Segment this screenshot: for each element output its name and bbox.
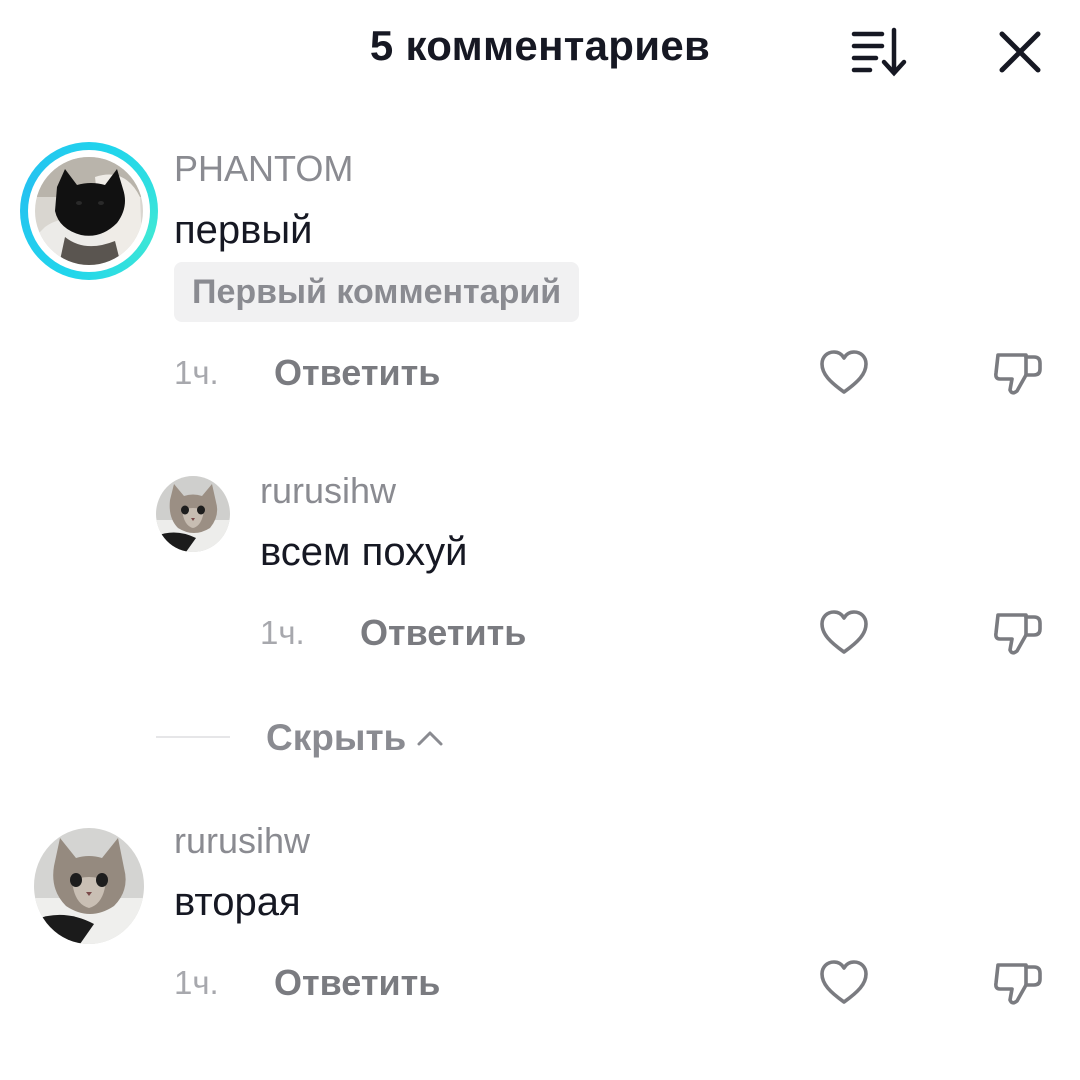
dislike-button[interactable] [990, 955, 1046, 1011]
chevron-up-icon [417, 731, 443, 746]
dislike-button[interactable] [990, 345, 1046, 401]
like-button[interactable] [816, 605, 872, 661]
sort-button[interactable] [846, 22, 912, 82]
hide-replies-label: Скрыть [266, 717, 407, 758]
first-comment-badge-label: Первый комментарий [192, 272, 562, 311]
comment-text: первый [174, 208, 313, 252]
heart-icon [820, 350, 868, 394]
close-icon [999, 31, 1041, 73]
reply-button[interactable]: Ответить [360, 612, 526, 654]
like-button[interactable] [816, 955, 872, 1011]
comment-username[interactable]: rurusihw [260, 470, 396, 512]
hide-replies-button[interactable]: Скрыть [266, 714, 444, 762]
reply-button[interactable]: Ответить [274, 962, 440, 1004]
heart-icon [820, 960, 868, 1004]
comment-text: вторая [174, 880, 301, 924]
comments-header: 5 комментариев [0, 0, 1080, 100]
reply-button[interactable]: Ответить [274, 352, 440, 394]
avatar[interactable] [34, 828, 144, 944]
thread-divider [156, 736, 230, 738]
avatar-story-ring[interactable] [20, 142, 158, 280]
comment-username[interactable]: PHANTOM [174, 148, 353, 190]
sort-icon [851, 27, 907, 77]
comments-count-title: 5 комментариев [369, 22, 711, 69]
comment-time: 1ч. [174, 354, 219, 391]
comment-username[interactable]: rurusihw [174, 820, 310, 862]
like-button[interactable] [816, 345, 872, 401]
dislike-button[interactable] [990, 605, 1046, 661]
thumbs-down-icon [994, 613, 1042, 655]
close-button[interactable] [990, 22, 1050, 82]
first-comment-badge: Первый комментарий [174, 262, 580, 322]
comment-text: всем похуй [260, 530, 468, 574]
comment-time: 1ч. [260, 614, 305, 651]
avatar [35, 157, 143, 265]
avatar[interactable] [156, 476, 230, 552]
heart-icon [820, 610, 868, 654]
thumbs-down-icon [994, 963, 1042, 1005]
thumbs-down-icon [994, 353, 1042, 395]
comment-time: 1ч. [174, 964, 219, 1001]
